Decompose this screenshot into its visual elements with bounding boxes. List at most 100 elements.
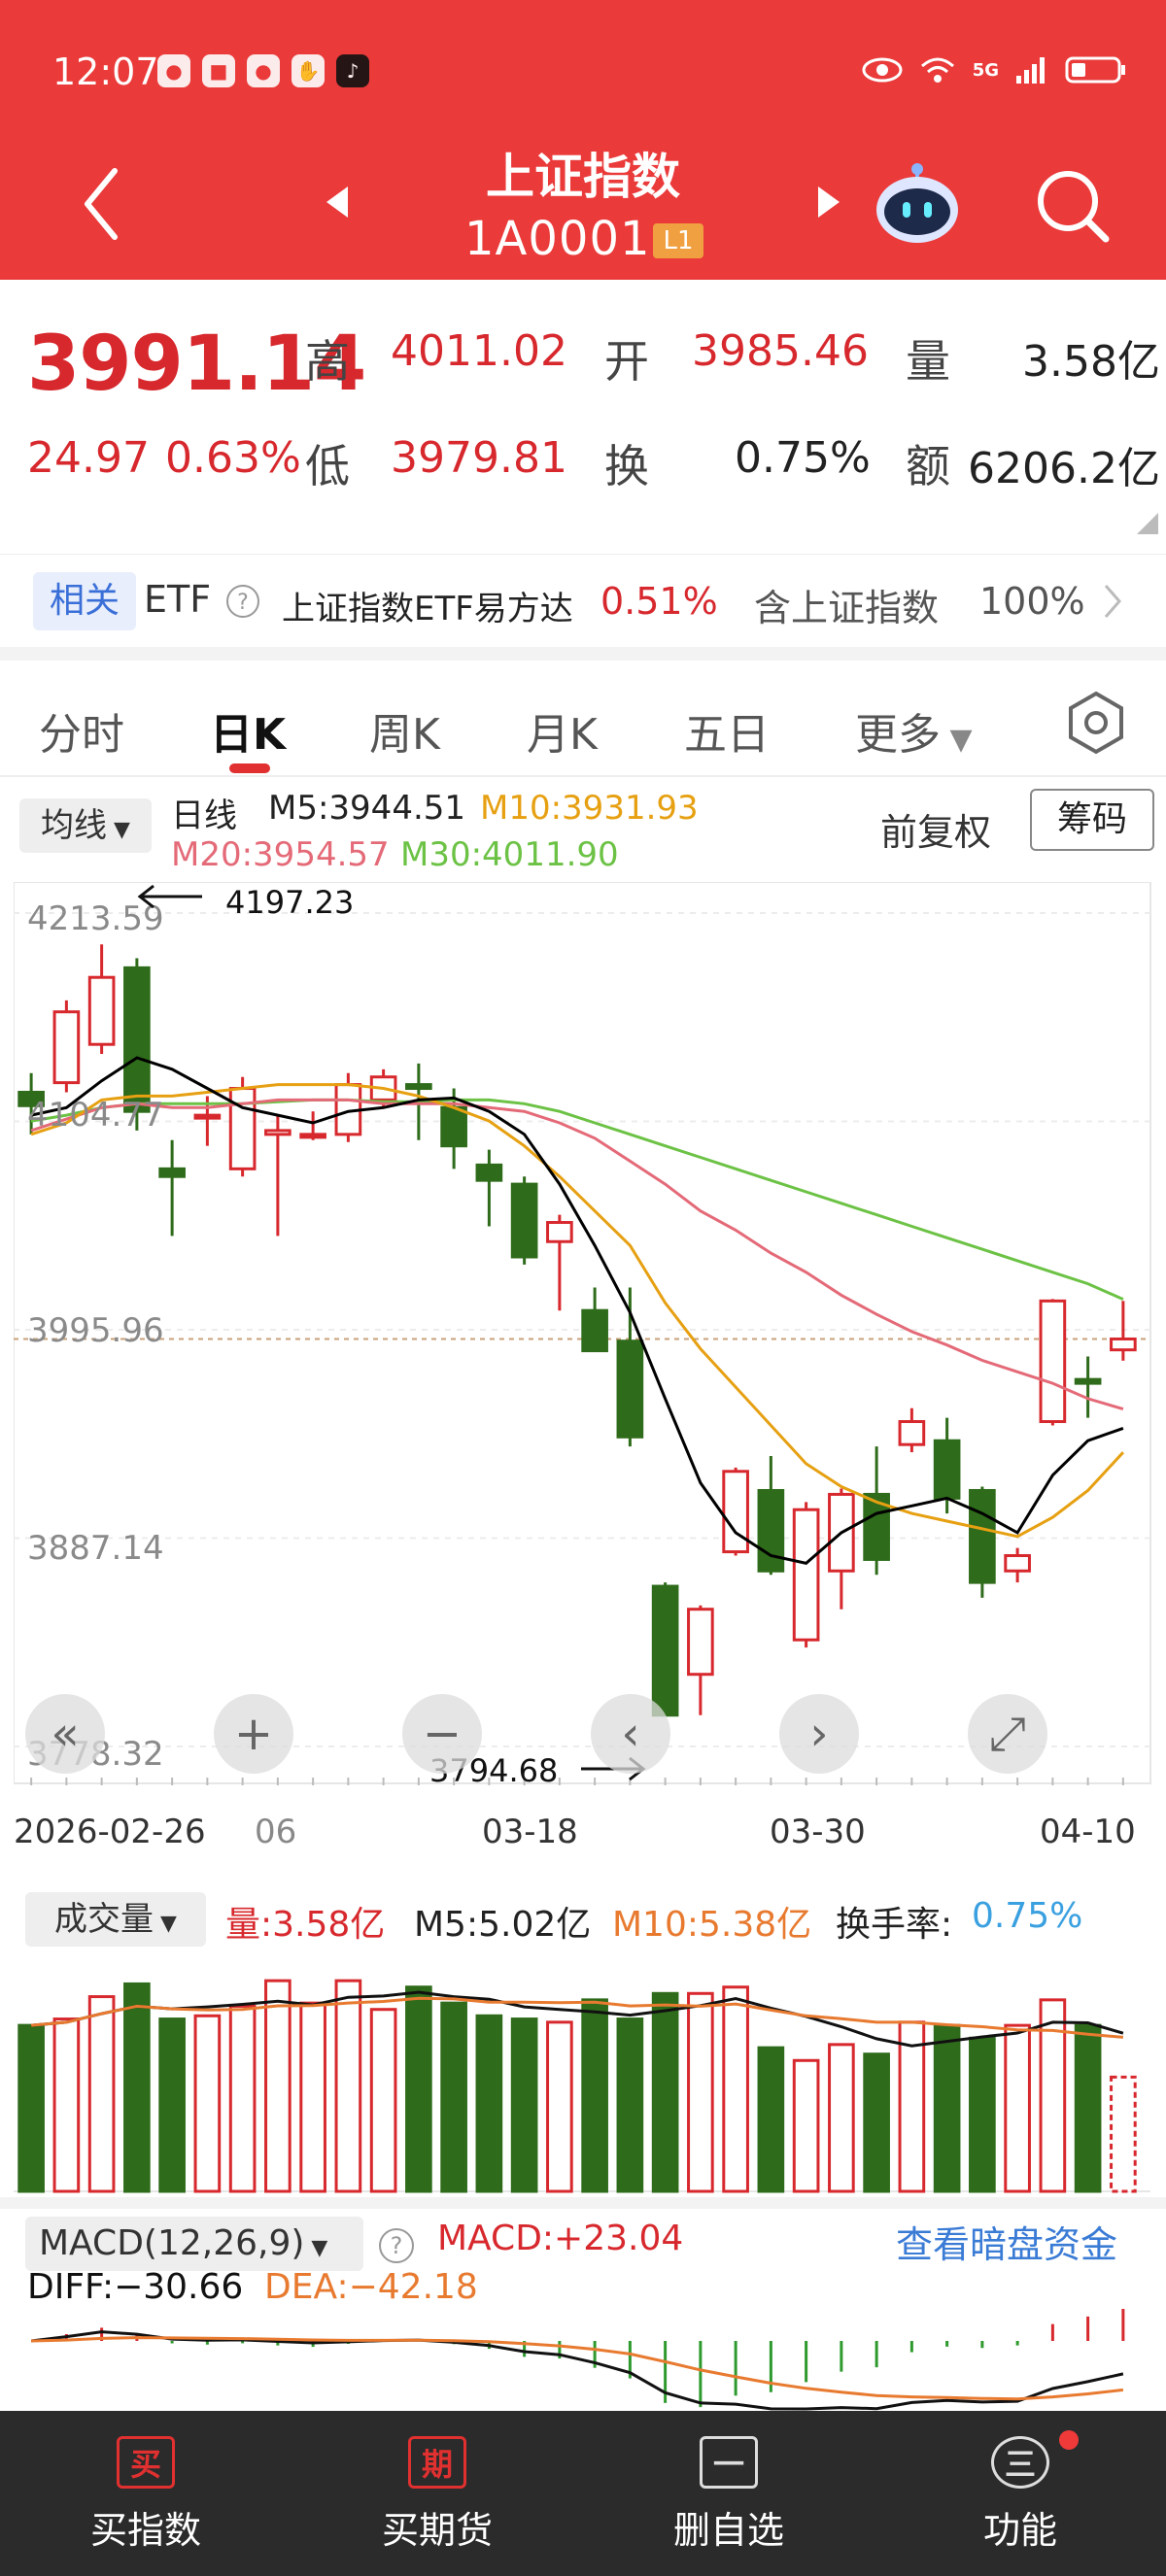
turnover-rate-value: 0.75% (972, 1896, 1083, 1936)
volume-bar (1110, 2075, 1137, 2193)
volume-bar (334, 1979, 362, 2193)
help-icon[interactable]: ? (225, 584, 260, 619)
network-type: 5G (972, 59, 999, 81)
nav-buy-futures[interactable]: 期 买期货 (292, 2411, 583, 2576)
volume-bar (158, 2017, 186, 2193)
zoom-in-icon[interactable]: + (214, 1694, 293, 1774)
volume-bar (828, 2043, 855, 2193)
volume-bar (52, 2017, 81, 2193)
volume-chart (14, 1979, 1150, 2193)
ma20-line (30, 1098, 1124, 1411)
volume-value: 3.58亿 (1022, 337, 1160, 387)
app-notification-icon: ● (157, 54, 190, 87)
nav-buy-index[interactable]: 买 买指数 (0, 2411, 292, 2576)
next-stock-icon[interactable] (816, 185, 841, 220)
high-value: 4011.02 (391, 326, 567, 376)
settings-icon[interactable] (1063, 690, 1129, 756)
volume-bar (898, 2020, 926, 2193)
volume-bar (475, 2014, 503, 2193)
tab-weekly-k[interactable]: 周K (369, 699, 440, 762)
related-etf-bar[interactable]: 相关 ETF ? 上证指数ETF易方达 0.51% 含上证指数 100% (0, 554, 1166, 661)
tab-more-label: 更多 (855, 710, 941, 760)
dropdown-arrow-icon: ▼ (107, 818, 130, 842)
tab-more[interactable]: 更多 ▼ (855, 699, 973, 762)
candle-body (475, 1163, 503, 1182)
candle-body (1039, 1299, 1067, 1424)
chevron-right-icon[interactable] (1102, 582, 1123, 621)
volume-bar (792, 2058, 820, 2193)
macd-select-label: MACD(12,26,9) (39, 2223, 305, 2263)
diff-value: DIFF:−30.66 (27, 2267, 244, 2307)
tab-five-day[interactable]: 五日 (684, 699, 770, 762)
remove-watchlist-icon: 一 (700, 2436, 758, 2489)
volume-select[interactable]: 成交量 ▼ (25, 1892, 206, 1947)
active-tab-indicator (229, 763, 270, 773)
nav-functions[interactable]: 三 功能 (874, 2411, 1166, 2576)
high-marker: 4197.23 (225, 884, 355, 921)
ma-select[interactable]: 均线 ▼ (19, 798, 152, 853)
nav-label: 删自选 (672, 2509, 784, 2552)
dea-line (31, 2336, 1124, 2401)
date-label: 2026-02-26 (14, 1813, 206, 1851)
section-divider (0, 2197, 1166, 2209)
adjust-select[interactable]: 前复权 (880, 802, 991, 856)
volume-bar (123, 1982, 151, 2193)
buy-futures-icon: 期 (408, 2436, 466, 2489)
candlestick-chart[interactable] (14, 882, 1152, 1785)
volume-value: 量:3.58亿 (225, 1905, 386, 1945)
scroll-left-icon[interactable]: ‹ (591, 1694, 670, 1774)
search-icon[interactable] (1034, 167, 1112, 245)
volume-bar (687, 1991, 714, 2193)
expand-corner-icon[interactable] (1137, 513, 1158, 534)
candle-body (193, 1113, 222, 1120)
macd-value: MACD:+23.04 (437, 2219, 684, 2258)
candle-body (1110, 1337, 1137, 1352)
chips-button[interactable]: 筹码 (1030, 789, 1154, 851)
nav-label: 买指数 (89, 2509, 201, 2552)
etf-change: 0.51% (600, 580, 718, 623)
candle-body (405, 1083, 432, 1091)
related-tag: 相关 (33, 572, 136, 630)
turnover-rate-label: 换手率: (836, 1905, 953, 1945)
date-label: 06 (255, 1813, 297, 1851)
status-app-icons: ● ■ ● ✋ ♪ (157, 54, 369, 87)
candle-body (123, 966, 151, 1113)
volume-bar (405, 1985, 432, 2193)
fullscreen-icon[interactable]: ⤢ (968, 1694, 1047, 1774)
robot-assistant-icon[interactable] (871, 155, 964, 249)
nav-remove-watchlist[interactable]: 一 删自选 (583, 2411, 874, 2576)
scroll-right-icon[interactable]: › (779, 1694, 859, 1774)
fast-back-icon[interactable]: « (25, 1694, 105, 1774)
candle-body (1004, 1554, 1031, 1573)
candle-body (898, 1420, 926, 1446)
svg-text:?: ? (237, 591, 249, 615)
dropdown-arrow-icon: ▼ (941, 723, 973, 757)
tab-monthly-k[interactable]: 月K (527, 699, 598, 762)
change-value: 24.97 (27, 433, 150, 483)
dark-pool-link[interactable]: 查看暗盘资金 (896, 2215, 1117, 2268)
y-axis-label: 3887.14 (27, 1529, 164, 1568)
candle-body (52, 1010, 81, 1085)
volume-bar (1039, 1998, 1067, 2193)
help-icon[interactable]: ? (377, 2226, 416, 2265)
battery-icon (1065, 56, 1125, 84)
app-notification-icon: ● (247, 54, 280, 87)
volume-bar (440, 2001, 467, 2193)
volume-bar (546, 2020, 573, 2193)
volume-bar (863, 2052, 890, 2193)
candle-body (651, 1584, 679, 1717)
etf-type: ETF (144, 578, 212, 621)
volume-bar (510, 2017, 538, 2193)
candle-body (87, 975, 116, 1046)
volume-bar (1004, 2023, 1031, 2193)
tab-daily-k[interactable]: 日K (210, 699, 286, 762)
functions-menu-icon: 三 (991, 2436, 1049, 2489)
buy-index-icon: 买 (117, 2436, 175, 2489)
turnover-label: 换 (604, 440, 649, 492)
tab-intraday[interactable]: 分时 (39, 699, 124, 762)
date-label: 03-30 (770, 1813, 866, 1851)
eye-icon (862, 57, 903, 83)
zoom-out-icon[interactable]: − (402, 1694, 482, 1774)
volume-bar (651, 1991, 679, 2193)
date-label: 03-18 (482, 1813, 578, 1851)
